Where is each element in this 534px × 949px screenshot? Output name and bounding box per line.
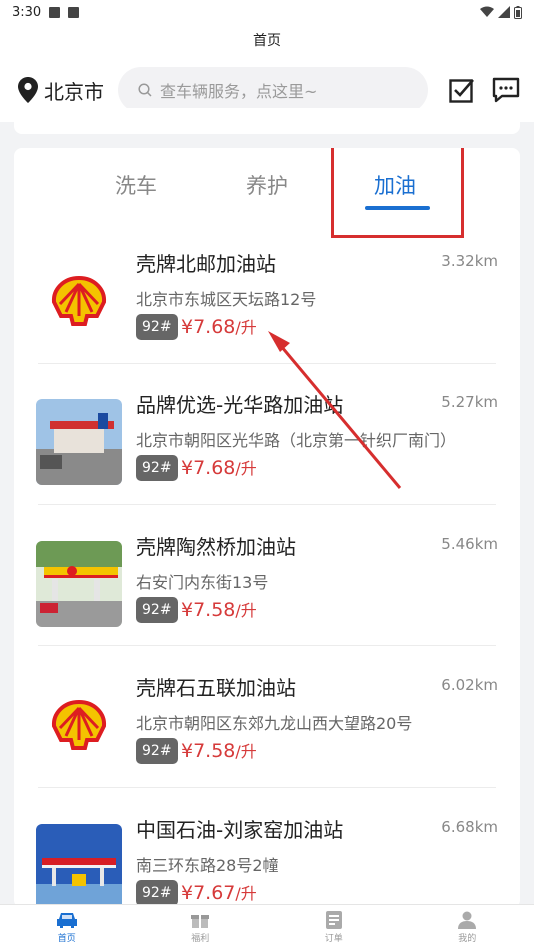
message-button[interactable] <box>492 76 520 104</box>
nav-welfare[interactable]: 福利 <box>134 905 268 949</box>
price-unit: /升 <box>235 318 257 337</box>
fuel-type-badge: 92# <box>136 455 178 481</box>
previous-card <box>14 108 520 134</box>
station-distance: 5.46km <box>441 535 498 553</box>
station-name: 壳牌石五联加油站 <box>136 676 296 700</box>
station-distance: 6.68km <box>441 818 498 836</box>
station-name: 壳牌陶然桥加油站 <box>136 535 296 559</box>
station-item[interactable]: 壳牌石五联加油站 6.02km 北京市朝阳区东郊九龙山西大望路20号 92# ¥… <box>14 672 520 814</box>
price-unit: /升 <box>235 742 257 761</box>
divider <box>38 504 496 505</box>
order-icon <box>325 910 342 929</box>
search-placeholder: 查车辆服务，点这里~ <box>160 82 318 101</box>
checkbox-icon <box>449 79 474 103</box>
station-distance: 5.27km <box>441 393 498 411</box>
fuel-type-badge: 92# <box>136 597 178 623</box>
station-item[interactable]: 壳牌陶然桥加油站 5.46km 右安门内东街13号 92# ¥7.58/升 <box>14 531 520 673</box>
fuel-type-badge: 92# <box>136 880 178 906</box>
fuel-price: ¥7.68/升 <box>181 455 257 482</box>
price-unit: /升 <box>235 884 257 903</box>
nav-label: 订单 <box>324 933 343 944</box>
nav-orders[interactable]: 订单 <box>267 905 401 949</box>
city-label: 北京市 <box>44 79 104 104</box>
price-value: ¥7.68 <box>181 316 236 338</box>
fuel-price: ¥7.67/升 <box>181 880 257 907</box>
price-unit: /升 <box>235 459 257 478</box>
gift-icon <box>191 914 210 928</box>
service-card: 洗车 养护 加油 壳牌北邮加油站 3.32km 北京市东城区天坛路12号 92#… <box>14 148 520 908</box>
price-value: ¥7.67 <box>181 882 236 904</box>
tab-maintenance[interactable]: 养护 <box>246 170 288 200</box>
highlight-annotation-box <box>331 148 464 238</box>
divider <box>38 787 496 788</box>
station-address: 南三环东路28号2幢 <box>136 856 279 875</box>
car-icon <box>56 912 77 928</box>
shell-station-photo-icon <box>36 541 122 627</box>
shell-logo-icon <box>36 258 122 344</box>
nav-label: 首页 <box>57 933 76 944</box>
nav-label: 福利 <box>191 933 210 944</box>
station-item[interactable]: 壳牌北邮加油站 3.32km 北京市东城区天坛路12号 92# ¥7.68/升 <box>14 248 520 390</box>
nav-home[interactable]: 首页 <box>0 905 134 949</box>
fuel-price: ¥7.58/升 <box>181 597 257 624</box>
price-value: ¥7.58 <box>181 599 236 621</box>
battery-icon <box>514 5 522 19</box>
tab-car-wash[interactable]: 洗车 <box>115 170 157 200</box>
price-value: ¥7.68 <box>181 457 236 479</box>
station-item[interactable]: 品牌优选-光华路加油站 5.27km 北京市朝阳区光华路（北京第一针织厂南门） … <box>14 389 520 531</box>
city-selector[interactable]: 北京市 <box>18 76 104 105</box>
shell-logo-icon <box>36 682 122 768</box>
station-name: 中国石油-刘家窑加油站 <box>136 818 344 842</box>
fuel-type-badge: 92# <box>136 314 178 340</box>
checklist-button[interactable] <box>448 76 476 104</box>
petrochina-station-photo-icon <box>36 824 122 908</box>
image-notification-icon <box>49 6 61 18</box>
message-icon <box>492 77 520 103</box>
location-pin-icon <box>18 77 38 103</box>
fuel-type-badge: 92# <box>136 738 178 764</box>
fuel-price: ¥7.58/升 <box>181 738 257 765</box>
price-unit: /升 <box>235 601 257 620</box>
search-input[interactable]: 查车辆服务，点这里~ <box>118 67 428 113</box>
nav-label: 我的 <box>458 933 477 944</box>
station-name: 品牌优选-光华路加油站 <box>136 393 344 417</box>
station-address: 北京市朝阳区光华路（北京第一针织厂南门） <box>136 431 457 450</box>
page-title: 首页 <box>0 24 534 58</box>
station-address: 右安门内东街13号 <box>136 573 269 592</box>
service-tabs: 洗车 养护 加油 <box>14 148 520 238</box>
app-notification-icon <box>68 6 80 18</box>
bottom-navigation: 首页 福利 订单 我的 <box>0 904 534 949</box>
station-distance: 6.02km <box>441 676 498 694</box>
wifi-icon <box>480 6 494 17</box>
divider <box>38 363 496 364</box>
fuel-price: ¥7.68/升 <box>181 314 257 341</box>
station-photo-icon <box>36 399 122 485</box>
profile-icon <box>458 911 477 929</box>
search-icon <box>138 83 152 97</box>
station-item[interactable]: 中国石油-刘家窑加油站 6.68km 南三环东路28号2幢 92# ¥7.67/… <box>14 814 520 908</box>
station-address: 北京市东城区天坛路12号 <box>136 290 317 309</box>
status-time: 3:30 <box>12 4 42 20</box>
divider <box>38 645 496 646</box>
nav-profile[interactable]: 我的 <box>401 905 534 949</box>
status-bar: 3:30 <box>0 0 534 24</box>
price-value: ¥7.58 <box>181 740 236 762</box>
station-distance: 3.32km <box>441 252 498 270</box>
station-name: 壳牌北邮加油站 <box>136 252 276 276</box>
signal-icon <box>498 6 510 18</box>
station-address: 北京市朝阳区东郊九龙山西大望路20号 <box>136 714 413 733</box>
